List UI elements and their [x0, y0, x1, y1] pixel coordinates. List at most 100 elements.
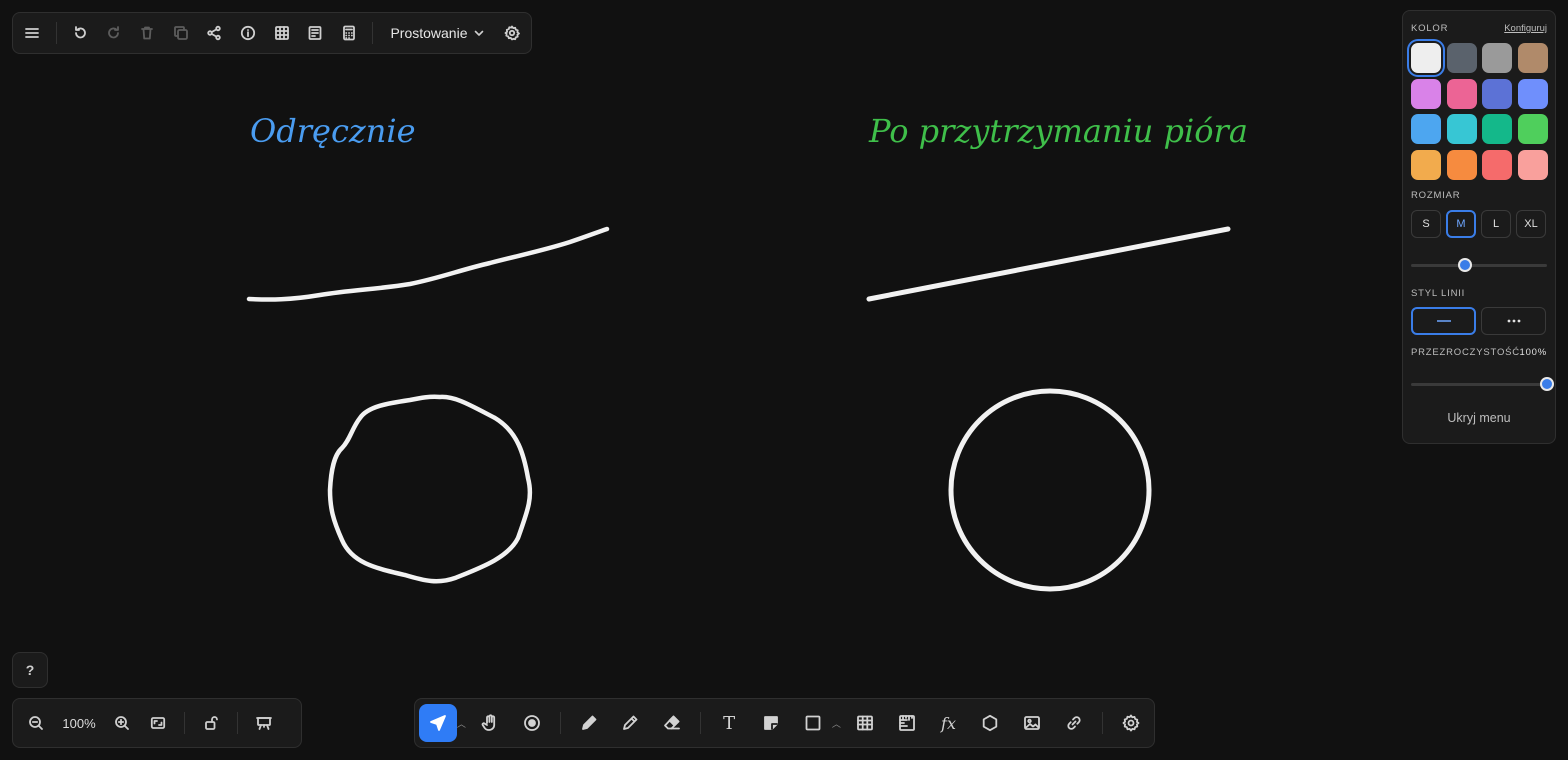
trash-icon[interactable] [133, 18, 163, 48]
color-swatch[interactable] [1411, 114, 1441, 144]
square-icon [805, 715, 821, 731]
unlock-icon[interactable] [196, 708, 226, 738]
top-toolbar: Prostowanie [12, 12, 532, 54]
text-tool[interactable]: T [710, 704, 748, 742]
drawing-layer [246, 226, 1231, 592]
color-swatch[interactable] [1517, 114, 1548, 144]
pen-tool[interactable] [570, 704, 608, 742]
color-swatch[interactable] [1411, 43, 1441, 73]
settings-icon [1122, 714, 1140, 732]
laser-pointer-tool[interactable] [513, 704, 551, 742]
separator [55, 22, 57, 44]
undo-icon[interactable] [66, 18, 96, 48]
eraser-tool[interactable] [653, 704, 691, 742]
image-icon [1024, 716, 1041, 730]
size-slider[interactable] [1411, 258, 1547, 272]
whiteboard-canvas[interactable]: Odręcznie Po przytrzymaniu pióra [0, 0, 1568, 760]
opacity-slider[interactable] [1411, 377, 1554, 391]
color-swatch[interactable] [1517, 78, 1548, 109]
hexagon-icon [983, 714, 998, 732]
line-style-dotted-button[interactable] [1481, 307, 1546, 335]
size-section-title: ROZMIAR [1411, 190, 1461, 201]
table-tool[interactable] [846, 704, 884, 742]
polygon-tool[interactable] [971, 704, 1009, 742]
share-icon[interactable] [200, 18, 230, 48]
select-tool[interactable] [419, 704, 457, 742]
sticky-note-tool[interactable] [752, 704, 790, 742]
table-icon [856, 715, 873, 731]
pen-icon [581, 715, 596, 730]
pencil-tool[interactable] [611, 704, 649, 742]
calculator-icon[interactable] [334, 18, 364, 48]
sticky-note-icon [764, 716, 778, 730]
size-options: S M L XL [1411, 210, 1546, 238]
opacity-value: 100% [1519, 347, 1547, 358]
color-grid [1411, 43, 1548, 180]
presentation-icon[interactable] [249, 708, 279, 738]
settings-tool[interactable] [1112, 704, 1150, 742]
separator [700, 712, 702, 734]
color-swatch[interactable] [1517, 149, 1548, 180]
hand-icon [481, 714, 495, 731]
laser-pointer-icon [523, 715, 540, 731]
opacity-slider-handle[interactable] [1540, 377, 1554, 391]
formula-tool[interactable]: fx [930, 704, 968, 742]
mode-label: Prostowanie [390, 25, 468, 41]
notes-icon[interactable] [300, 18, 330, 48]
color-swatch[interactable] [1482, 43, 1512, 73]
freehand-circle-stroke[interactable] [327, 394, 533, 584]
color-swatch[interactable] [1517, 43, 1548, 73]
pencil-icon [623, 715, 638, 730]
dotted-line-icon [1507, 319, 1520, 323]
shape-tool-options-caret[interactable]: ︿ [832, 717, 842, 730]
freehand-line-stroke[interactable] [246, 226, 610, 302]
color-swatch[interactable] [1446, 149, 1477, 180]
color-swatch[interactable] [1446, 43, 1477, 73]
settings-icon[interactable] [497, 18, 527, 48]
zoom-bar: 100% [12, 698, 302, 748]
select-tool-options-caret[interactable]: ︿ [457, 717, 467, 730]
size-button[interactable]: S [1411, 210, 1441, 238]
size-button[interactable]: XL [1516, 210, 1546, 238]
size-button[interactable]: L [1481, 210, 1511, 238]
color-swatch[interactable] [1482, 114, 1512, 144]
link-icon [1067, 716, 1081, 730]
help-button[interactable]: ? [12, 652, 48, 688]
fit-screen-icon[interactable] [143, 708, 173, 738]
eraser-icon [664, 715, 681, 730]
redo-icon[interactable] [99, 18, 129, 48]
ruler-icon [898, 715, 915, 731]
link-tool[interactable] [1055, 704, 1093, 742]
zoom-out-icon[interactable] [21, 708, 51, 738]
color-swatch[interactable] [1446, 78, 1477, 109]
size-button[interactable]: M [1446, 210, 1476, 238]
hand-tool[interactable] [471, 704, 509, 742]
separator [1102, 712, 1104, 734]
duplicate-icon[interactable] [166, 18, 196, 48]
solid-line-icon [1436, 320, 1451, 322]
straighten-mode-dropdown[interactable]: Prostowanie [382, 18, 493, 48]
color-swatch[interactable] [1482, 78, 1512, 109]
color-swatch[interactable] [1446, 114, 1477, 144]
menu-icon[interactable] [17, 18, 47, 48]
info-icon[interactable] [233, 18, 263, 48]
customize-colors-link[interactable]: Konfiguruj [1504, 23, 1547, 34]
zoom-in-icon[interactable] [107, 708, 137, 738]
separator [184, 712, 185, 734]
straight-line-stroke[interactable] [866, 226, 1231, 302]
shape-tool[interactable] [794, 704, 832, 742]
perfect-circle-stroke[interactable] [948, 388, 1152, 592]
image-tool[interactable] [1013, 704, 1051, 742]
size-slider-handle[interactable] [1458, 258, 1473, 272]
table-icon[interactable] [267, 18, 297, 48]
style-panel: KOLOR Konfiguruj ROZMIAR S M L XL STYL LINI… [1402, 10, 1556, 444]
color-swatch[interactable] [1411, 149, 1441, 180]
ruler-tool[interactable] [888, 704, 926, 742]
opacity-section-title: PRZEZROCZYSTOŚĆ [1411, 347, 1520, 358]
label-hold-pen: Po przytrzymaniu pióra [869, 112, 1248, 150]
line-style-solid-button[interactable] [1411, 307, 1476, 335]
hide-menu-button[interactable]: Ukryj menu [1403, 411, 1555, 425]
color-swatch[interactable] [1411, 78, 1441, 109]
color-swatch[interactable] [1482, 149, 1512, 180]
zoom-level[interactable]: 100% [57, 716, 101, 731]
